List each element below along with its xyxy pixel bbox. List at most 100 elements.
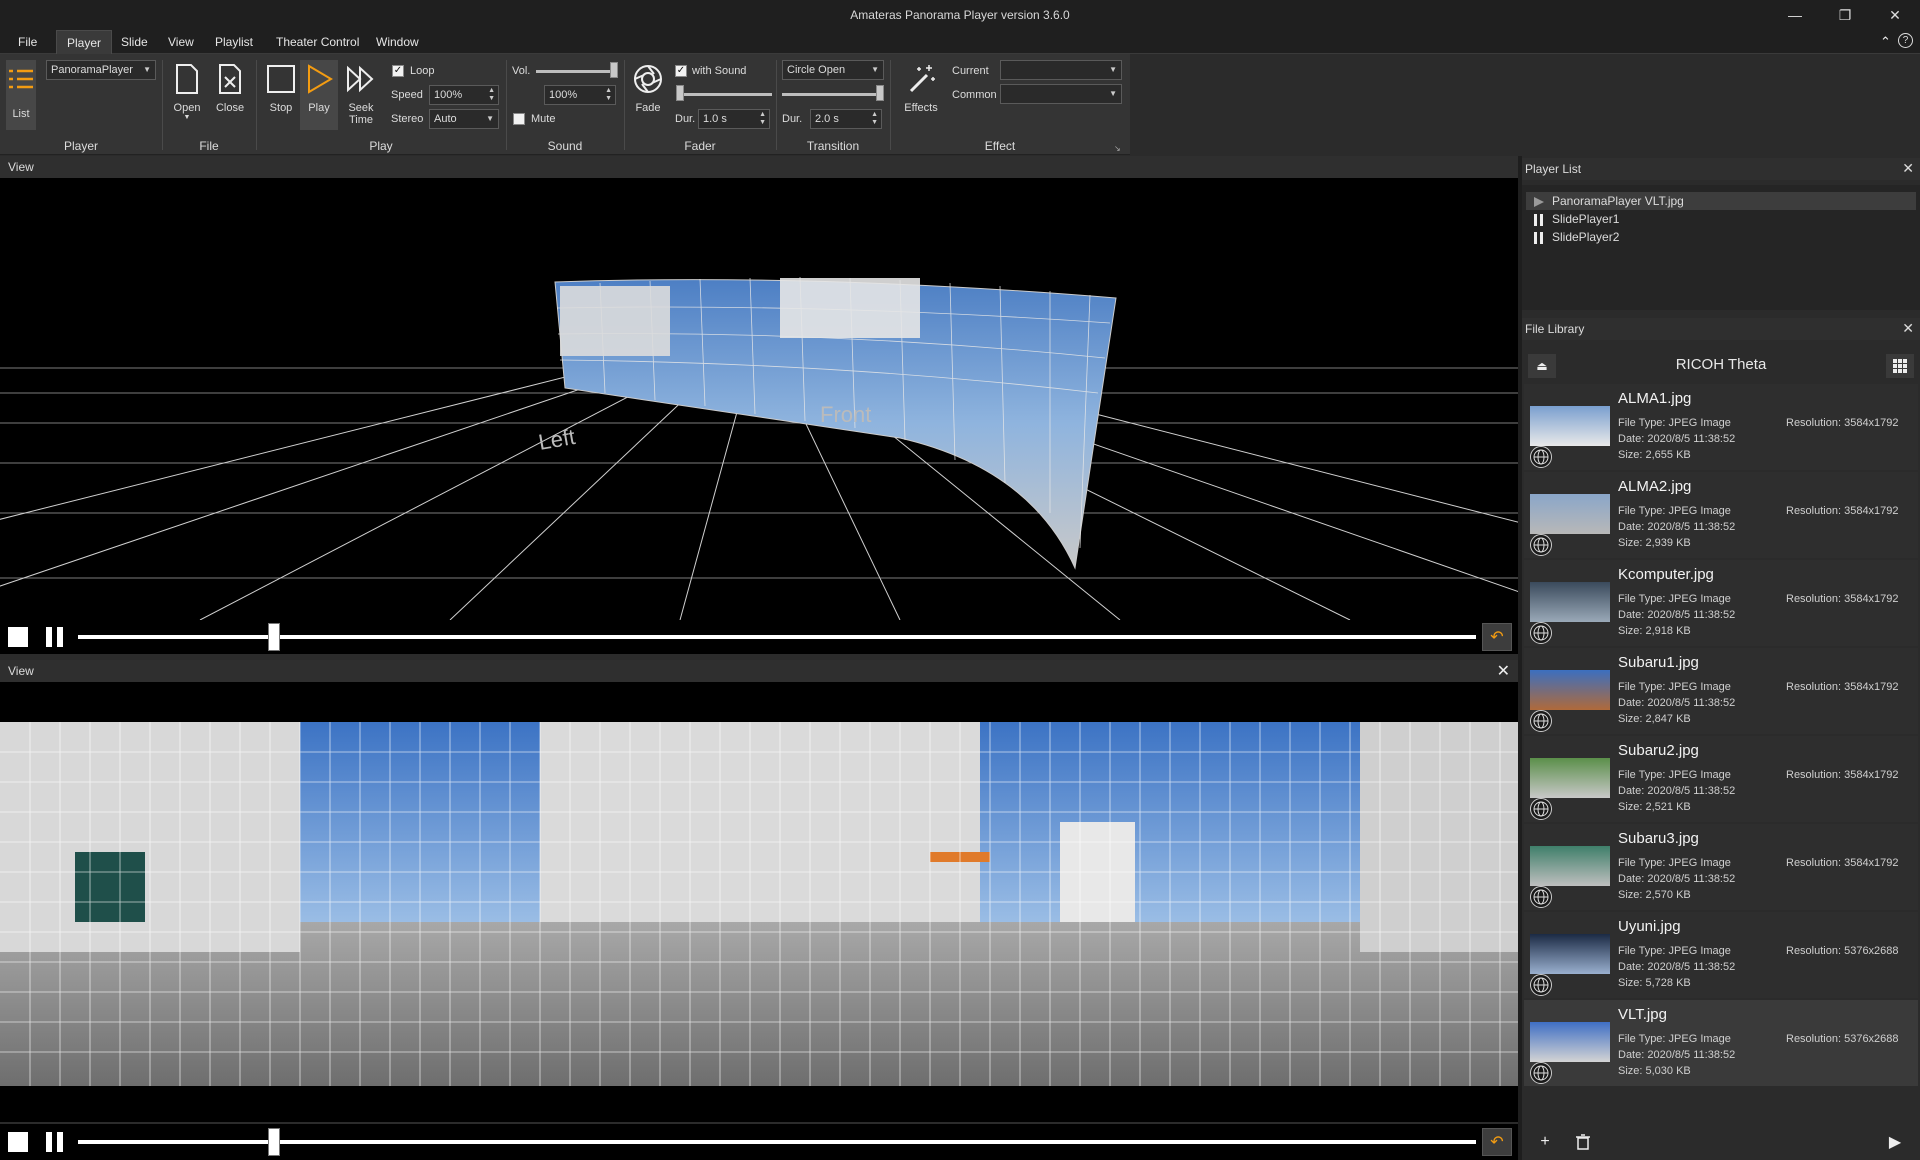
player-select[interactable]: PanoramaPlayer ▼ xyxy=(46,60,156,80)
file-type: File Type: JPEG Image xyxy=(1618,593,1731,605)
panorama-3d-view[interactable]: Left Front xyxy=(0,178,1518,620)
grid-icon[interactable] xyxy=(1886,354,1914,378)
effects-button[interactable]: Effects xyxy=(896,60,946,130)
close-view-icon[interactable]: ✕ xyxy=(1497,661,1510,681)
globe-icon xyxy=(1530,886,1552,908)
spinner-arrows-icon: ▲ ▼ xyxy=(488,87,495,102)
speed-spinner[interactable]: 100% ▲ ▼ xyxy=(429,85,499,105)
file-size: Size: 2,939 KB xyxy=(1618,537,1691,549)
menu-playlist[interactable]: Playlist xyxy=(205,30,263,54)
file-thumbnail xyxy=(1530,582,1610,622)
fader-slider[interactable] xyxy=(676,93,772,96)
dropdown-arrow-icon: ▼ xyxy=(1109,89,1117,98)
play-arrow-icon[interactable]: ▶ xyxy=(1882,1130,1908,1154)
loop-checkbox[interactable]: ✓ xyxy=(392,65,404,77)
with-sound-checkbox[interactable]: ✓ xyxy=(675,65,687,77)
help-icon[interactable]: ? xyxy=(1898,33,1913,48)
loop-icon[interactable]: ↶ xyxy=(1482,1128,1512,1156)
close-file-button[interactable]: Close xyxy=(211,60,249,130)
close-icon[interactable]: ✕ xyxy=(1902,320,1914,337)
menu-bar: File Player Slide View Playlist Theater … xyxy=(0,30,1920,54)
fader-duration-spinner[interactable]: 1.0 s ▲ ▼ xyxy=(698,109,770,129)
dialog-launcher-icon[interactable]: ↘ xyxy=(1114,144,1121,153)
fade-button[interactable]: Fade xyxy=(628,60,668,130)
file-list-item[interactable]: Subaru1.jpg File Type: JPEG Image Date: 20… xyxy=(1524,648,1918,734)
play-button[interactable]: Play xyxy=(300,60,338,130)
panorama-flat-view[interactable] xyxy=(0,682,1518,1122)
stereo-select[interactable]: Auto ▼ xyxy=(429,109,499,129)
file-name: ALMA1.jpg xyxy=(1618,390,1692,407)
file-date: Date: 2020/8/5 11:38:52 xyxy=(1618,785,1736,797)
list-button[interactable]: List xyxy=(6,60,36,130)
effects-label: Effects xyxy=(904,102,938,114)
common-effect-select[interactable]: ▼ xyxy=(1000,84,1122,104)
title-bar: Amateras Panorama Player version 3.6.0 —… xyxy=(0,0,1920,30)
ribbon-filler xyxy=(1130,54,1920,155)
menu-window[interactable]: Window xyxy=(366,30,429,54)
menu-theater-control[interactable]: Theater Control xyxy=(266,30,369,54)
fader-slider-thumb[interactable] xyxy=(676,85,684,101)
group-separator xyxy=(890,60,891,150)
fade-label: Fade xyxy=(635,102,661,114)
file-resolution: Resolution: 3584x1792 xyxy=(1786,593,1899,605)
close-icon[interactable]: ✕ xyxy=(1902,160,1914,177)
group-label-effect: Effect xyxy=(984,139,1016,153)
group-separator xyxy=(162,60,163,150)
file-thumbnail xyxy=(1530,846,1610,886)
file-resolution: Resolution: 5376x2688 xyxy=(1786,945,1899,957)
volume-label: Vol. xyxy=(512,65,531,77)
seek-thumb[interactable] xyxy=(267,1128,280,1156)
transition-slider[interactable] xyxy=(782,93,882,96)
spinner-arrows-icon: ▲ ▼ xyxy=(871,111,878,126)
transition-select[interactable]: Circle Open ▼ xyxy=(782,60,884,80)
player-list-item-label: PanoramaPlayer VLT.jpg xyxy=(1552,194,1684,208)
group-label-fader: Fader xyxy=(684,139,716,153)
restore-button[interactable]: ❐ xyxy=(1820,0,1870,30)
pause-icon[interactable] xyxy=(46,627,52,647)
volume-slider[interactable] xyxy=(536,70,616,73)
file-size: Size: 5,728 KB xyxy=(1618,977,1691,989)
menu-player[interactable]: Player xyxy=(56,30,113,54)
seek-slider[interactable] xyxy=(78,1140,1476,1144)
file-list-item[interactable]: VLT.jpg File Type: JPEG Image Date: 2020/8… xyxy=(1524,1000,1918,1086)
menu-view[interactable]: View xyxy=(158,30,204,54)
transition-slider-thumb[interactable] xyxy=(876,85,884,101)
stop-button[interactable]: Stop xyxy=(262,60,300,130)
open-button[interactable]: Open ▼ xyxy=(168,60,206,130)
file-resolution: Resolution: 3584x1792 xyxy=(1786,681,1899,693)
stop-icon[interactable] xyxy=(8,627,28,647)
group-label-player: Player xyxy=(63,139,98,153)
seek-time-button[interactable]: Seek Time xyxy=(342,60,380,130)
seek-slider[interactable] xyxy=(78,635,1476,639)
transition-duration-spinner[interactable]: 2.0 s ▲ ▼ xyxy=(810,109,882,129)
file-thumbnail xyxy=(1530,1022,1610,1062)
file-list-item[interactable]: ALMA2.jpg File Type: JPEG Image Date: 2020… xyxy=(1524,472,1918,558)
loop-icon[interactable]: ↶ xyxy=(1482,623,1512,651)
minimize-button[interactable]: — xyxy=(1770,0,1820,30)
seek-thumb[interactable] xyxy=(267,623,280,651)
play-label: Play xyxy=(308,102,330,114)
file-list-item[interactable]: Kcomputer.jpg File Type: JPEG Image Date: … xyxy=(1524,560,1918,646)
menu-slide[interactable]: Slide xyxy=(111,30,158,54)
file-list-item[interactable]: Subaru3.jpg File Type: JPEG Image Date: 20… xyxy=(1524,824,1918,910)
current-effect-select[interactable]: ▼ xyxy=(1000,60,1122,80)
trash-icon[interactable] xyxy=(1570,1130,1596,1154)
file-list-item[interactable]: Subaru2.jpg File Type: JPEG Image Date: 20… xyxy=(1524,736,1918,822)
file-list-item[interactable]: ALMA1.jpg File Type: JPEG Image Date: 2020… xyxy=(1524,384,1918,470)
stop-icon[interactable] xyxy=(8,1132,28,1152)
add-icon[interactable]: + xyxy=(1532,1130,1558,1154)
close-window-button[interactable]: ✕ xyxy=(1870,0,1920,30)
collapse-ribbon-icon[interactable]: ⌃ xyxy=(1880,34,1891,50)
player-list-item[interactable]: SlidePlayer2 xyxy=(1526,228,1916,246)
common-effect-label: Common xyxy=(952,89,997,101)
file-list-item[interactable]: Uyuni.jpg File Type: JPEG Image Date: 2020… xyxy=(1524,912,1918,998)
pause-icon[interactable] xyxy=(46,1132,52,1152)
volume-spinner[interactable]: 100% ▲ ▼ xyxy=(544,85,616,105)
stop-label: Stop xyxy=(269,102,293,114)
player-list-item[interactable]: PanoramaPlayer VLT.jpg xyxy=(1526,192,1916,210)
mute-checkbox[interactable] xyxy=(513,113,525,125)
open-dropdown-icon[interactable]: ▼ xyxy=(168,114,206,121)
volume-slider-thumb[interactable] xyxy=(610,62,618,78)
player-list-item[interactable]: SlidePlayer1 xyxy=(1526,210,1916,228)
menu-file[interactable]: File xyxy=(8,30,47,54)
